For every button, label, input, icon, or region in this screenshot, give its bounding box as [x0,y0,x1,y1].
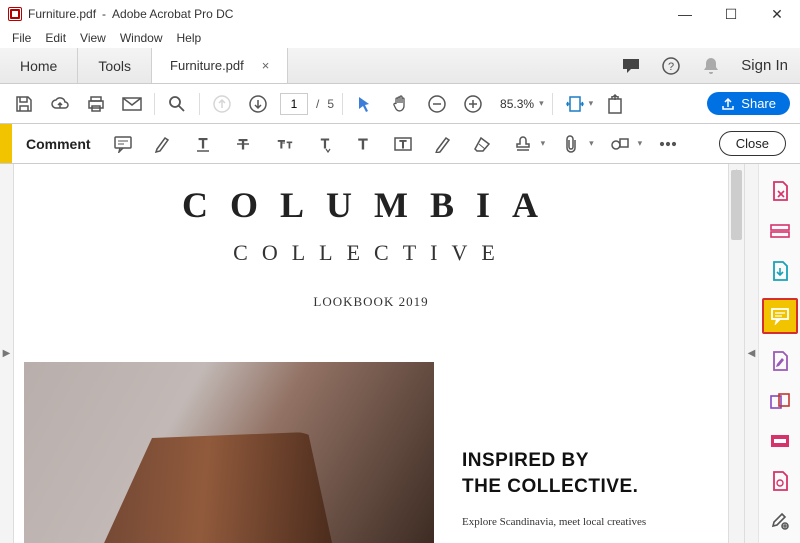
right-panel-toggle[interactable]: ◀ [744,164,758,543]
drawing-dropdown-icon[interactable]: ▾ [638,138,643,149]
mail-icon[interactable] [118,90,146,118]
sign-in-link[interactable]: Sign In [741,57,788,74]
comment-tool-icon[interactable] [762,298,798,334]
svg-text:T: T [198,135,207,151]
doc-heading-line2: THE COLLECTIVE. [462,476,718,498]
create-pdf-icon[interactable] [767,178,793,204]
svg-text:T: T [278,139,285,151]
drawing-tools-icon[interactable] [606,130,634,158]
print-icon[interactable] [82,90,110,118]
more-tools-icon[interactable] [767,508,793,534]
zoom-in-icon[interactable] [459,90,487,118]
underline-text-icon[interactable]: T [189,130,217,158]
comment-label: Comment [24,136,97,152]
document-viewport[interactable]: COLUMBIA COLLECTIVE LOOKBOOK 2019 INSPIR… [14,164,728,543]
page-sep: / [316,97,319,111]
title-sep: - [102,7,106,21]
protect-pdf-icon[interactable] [767,468,793,494]
fit-dropdown-icon[interactable]: ▾ [589,98,594,109]
doc-title-line1: COLUMBIA [24,184,718,226]
svg-text:T: T [287,141,292,150]
doc-title-line2: COLLECTIVE [24,240,718,266]
menu-bar: File Edit View Window Help [0,28,800,48]
stamp-dropdown-icon[interactable]: ▾ [541,138,546,149]
menu-file[interactable]: File [6,29,37,47]
doc-subtitle: LOOKBOOK 2019 [24,294,718,310]
right-tool-rail [758,164,800,543]
help-icon[interactable]: ? [661,56,681,76]
eraser-icon[interactable] [469,130,497,158]
tab-bar: Home Tools Furniture.pdf × ? Sign In [0,48,800,84]
window-minimize-button[interactable]: — [662,0,708,28]
more-options-icon[interactable] [654,130,682,158]
tab-document-label: Furniture.pdf [170,58,244,73]
doc-heading-line1: INSPIRED BY [462,450,718,472]
tab-document[interactable]: Furniture.pdf × [152,48,288,83]
share-icon [721,97,735,111]
zoom-dropdown-icon[interactable]: ▾ [539,98,544,109]
comment-accent-strip [0,124,12,163]
text-box-icon[interactable]: T [389,130,417,158]
title-bar: Furniture.pdf - Adobe Acrobat Pro DC — ☐… [0,0,800,28]
work-area: ▶ COLUMBIA COLLECTIVE LOOKBOOK 2019 INSP… [0,164,800,543]
share-label: Share [741,96,776,111]
cloud-upload-icon[interactable] [46,90,74,118]
scroll-thumb[interactable] [731,170,742,240]
menu-edit[interactable]: Edit [39,29,72,47]
svg-text:T: T [321,136,329,151]
main-toolbar: / 5 85.3% ▾ ▾ Share [0,84,800,124]
notification-chat-icon[interactable] [621,56,641,76]
redact-icon[interactable] [767,428,793,454]
replace-text-icon[interactable]: TT [269,130,297,158]
export-pdf-icon[interactable] [767,258,793,284]
page-number-input[interactable] [280,93,308,115]
doc-hero-image [24,362,434,543]
search-icon[interactable] [163,90,191,118]
fit-width-icon[interactable] [561,90,589,118]
attach-file-icon[interactable] [557,130,585,158]
app-icon [8,7,22,21]
combine-files-icon[interactable] [767,388,793,414]
attach-dropdown-icon[interactable]: ▾ [589,138,594,149]
svg-text:?: ? [668,61,674,73]
edit-pdf-icon[interactable] [767,348,793,374]
menu-window[interactable]: Window [114,29,169,47]
tab-close-icon[interactable]: × [262,58,270,73]
add-text-icon[interactable]: T [349,130,377,158]
svg-text:T: T [358,136,367,153]
page-down-icon[interactable] [244,90,272,118]
selection-arrow-icon[interactable] [351,90,379,118]
organize-pages-icon[interactable] [767,218,793,244]
insert-text-icon[interactable]: T [309,130,337,158]
bell-icon[interactable] [701,56,721,76]
close-comment-button[interactable]: Close [719,131,786,156]
highlight-marker-icon[interactable] [149,130,177,158]
svg-text:T: T [399,139,406,151]
share-button[interactable]: Share [707,92,790,115]
fit-page-icon[interactable] [601,90,629,118]
pencil-draw-icon[interactable] [429,130,457,158]
title-filename: Furniture.pdf [28,7,96,21]
hand-pan-icon[interactable] [387,90,415,118]
strikethrough-text-icon[interactable]: T [229,130,257,158]
vertical-scrollbar[interactable]: ▴ [728,164,744,543]
save-icon[interactable] [10,90,38,118]
window-close-button[interactable]: ✕ [754,0,800,28]
sticky-note-icon[interactable] [109,130,137,158]
zoom-value[interactable]: 85.3% [495,94,539,114]
page-total: 5 [327,97,334,111]
doc-body-text: Explore Scandinavia, meet local creative… [462,516,718,528]
comment-toolbar: Comment T T TT T T T ▾ ▾ ▾ Close [0,124,800,164]
menu-help[interactable]: Help [171,29,208,47]
menu-view[interactable]: View [74,29,112,47]
page-up-icon[interactable] [208,90,236,118]
tab-tools[interactable]: Tools [78,48,152,83]
zoom-out-icon[interactable] [423,90,451,118]
left-panel-toggle[interactable]: ▶ [0,164,14,543]
stamp-icon[interactable] [509,130,537,158]
title-appname: Adobe Acrobat Pro DC [112,7,233,21]
window-maximize-button[interactable]: ☐ [708,0,754,28]
tab-home[interactable]: Home [0,48,78,83]
